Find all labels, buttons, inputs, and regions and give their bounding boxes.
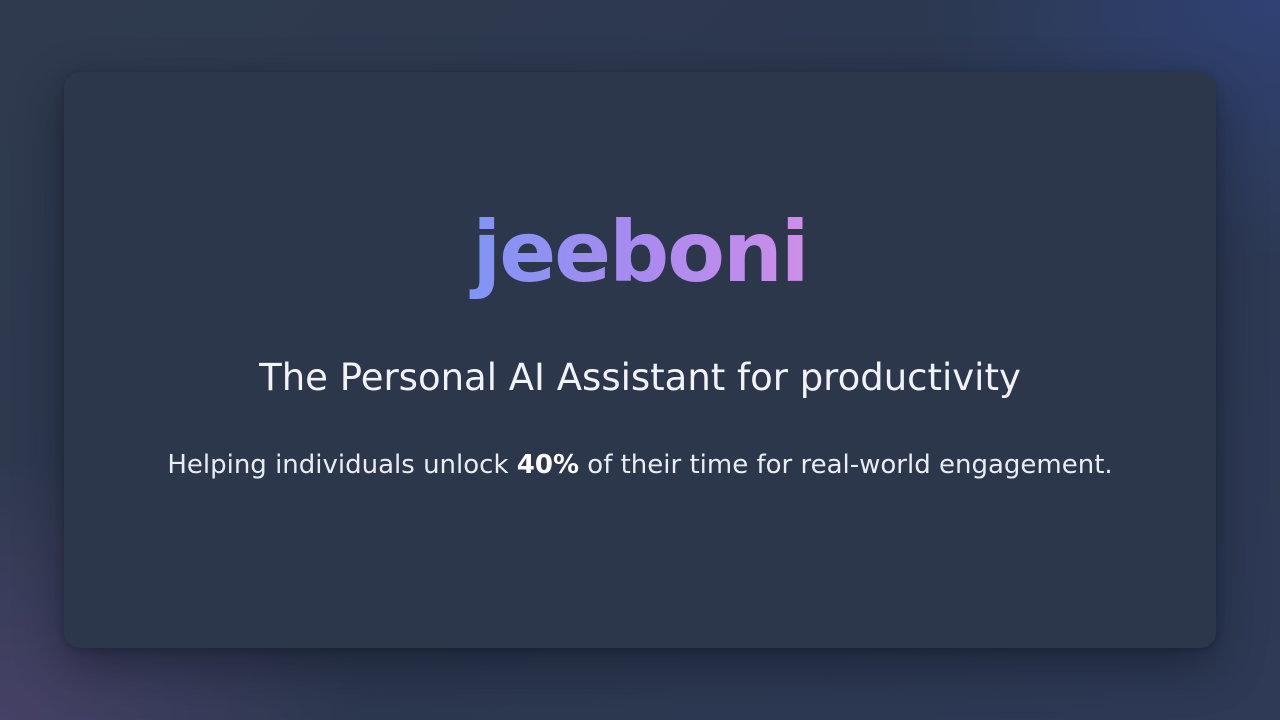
subline-text-after: of their time for real-world engagement.	[579, 450, 1113, 480]
hero-subline: Helping individuals unlock 40% of their …	[64, 450, 1216, 481]
subline-text-before: Helping individuals unlock	[167, 450, 517, 480]
hero-card: jeeboni The Personal AI Assistant for pr…	[64, 72, 1216, 648]
subline-highlight-stat: 40%	[516, 450, 580, 480]
logo-container: jeeboni	[64, 210, 1216, 310]
hero-tagline: The Personal AI Assistant for productivi…	[259, 356, 1021, 399]
brand-logo: jeeboni	[464, 210, 815, 310]
